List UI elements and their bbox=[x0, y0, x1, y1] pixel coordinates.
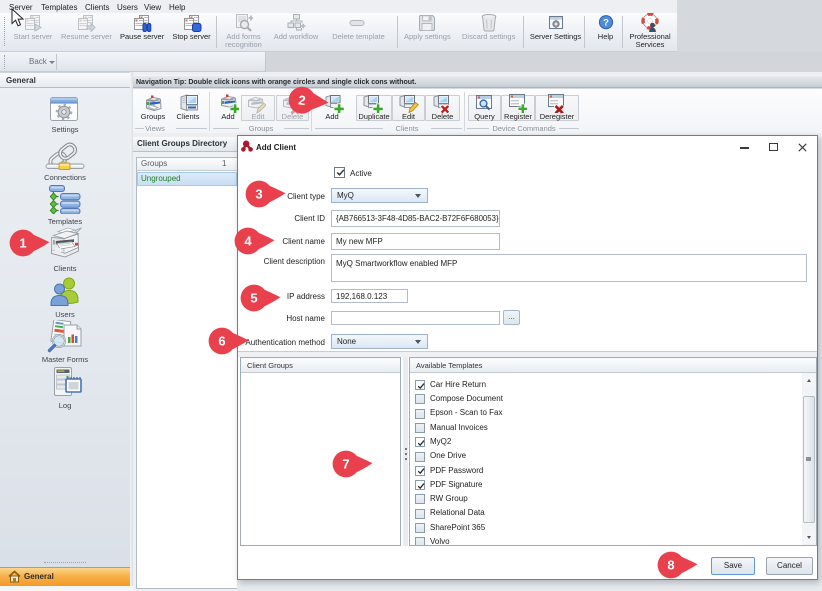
svg-text:1: 1 bbox=[19, 236, 26, 251]
svg-text:7: 7 bbox=[342, 457, 349, 472]
svg-text:6: 6 bbox=[218, 334, 225, 349]
svg-text:3: 3 bbox=[255, 187, 262, 202]
svg-text:8: 8 bbox=[667, 558, 674, 573]
svg-text:5: 5 bbox=[250, 291, 257, 306]
svg-text:4: 4 bbox=[244, 234, 252, 249]
svg-text:?: ? bbox=[603, 18, 609, 29]
